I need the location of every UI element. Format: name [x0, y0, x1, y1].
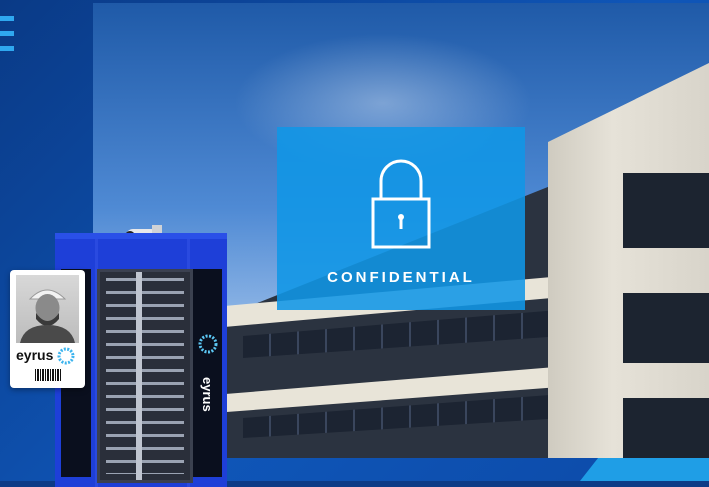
gate-bars: [106, 278, 184, 474]
container-brand-label: eyrus: [200, 376, 215, 412]
corner-mark-icon: [0, 16, 14, 52]
badge-brand-label: eyrus: [16, 347, 54, 363]
lock-icon: [371, 159, 431, 249]
barcode-icon: [35, 369, 61, 381]
confidential-overlay: CONFIDENTIAL: [277, 127, 525, 310]
corner-accent: [580, 458, 709, 481]
gate-post: [136, 272, 142, 480]
eyrus-logo-icon: [57, 347, 75, 365]
tower-window: [623, 173, 709, 248]
worker-portrait-icon: [20, 289, 75, 343]
eyrus-logo-icon: [198, 334, 218, 354]
turnstile-gate: [97, 269, 193, 483]
badge-photo: [16, 275, 79, 343]
tower-window: [623, 293, 709, 363]
tower-window: [623, 398, 709, 458]
confidential-label: CONFIDENTIAL: [327, 269, 475, 286]
id-badge: eyrus: [10, 270, 85, 388]
